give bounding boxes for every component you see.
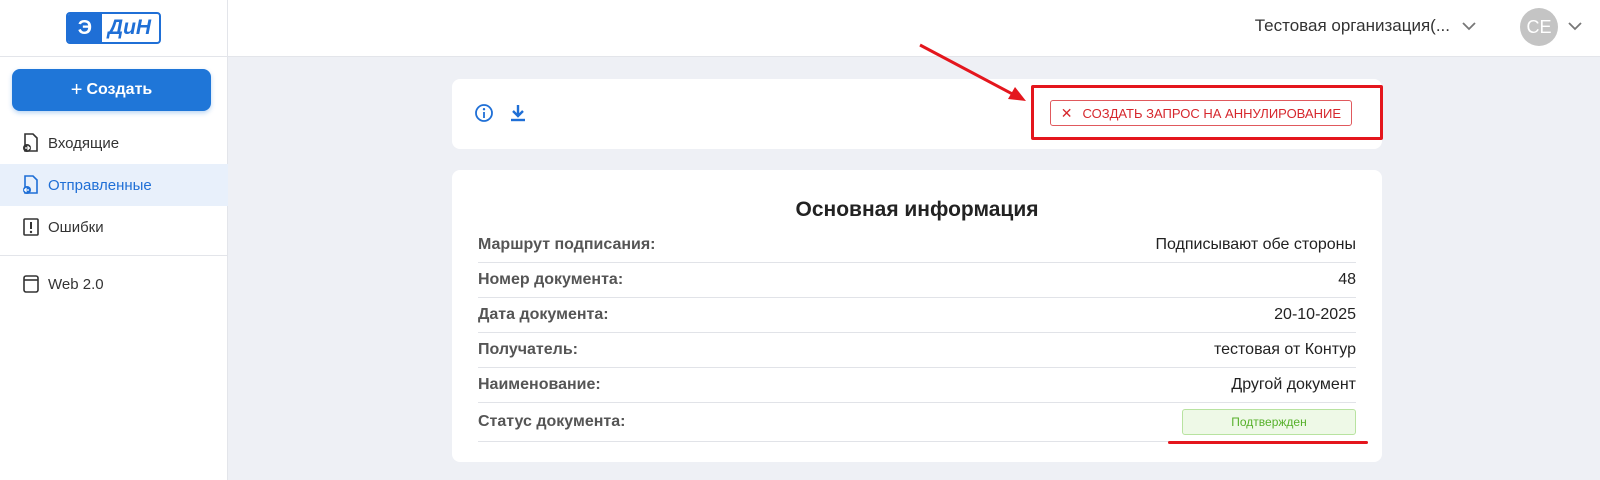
app-logo[interactable]: Э ДиН	[65, 12, 162, 44]
info-title: Основная информация	[795, 198, 1039, 221]
row-label: Наименование:	[478, 376, 601, 393]
info-rows: Маршрут подписания: Подписывают обе стор…	[478, 228, 1356, 442]
create-button[interactable]: + Создать	[12, 69, 211, 111]
download-icon[interactable]	[508, 103, 528, 123]
info-row-date: Дата документа: 20-10-2025	[478, 298, 1356, 333]
sidebar-item-errors[interactable]: Ошибки	[0, 206, 228, 248]
sidebar-item-label: Отправленные	[48, 176, 152, 194]
row-label: Номер документа:	[478, 271, 624, 288]
annotation-highlight-box	[1031, 85, 1383, 140]
organization-name: Тестовая организация(...	[1254, 16, 1450, 35]
sidebar-item-sent[interactable]: Отправленные	[0, 164, 228, 206]
chevron-down-icon	[1462, 18, 1476, 34]
sidebar-item-label: Web 2.0	[48, 275, 104, 293]
sidebar: Э ДиН + Создать Входящие Отправленные Ош…	[0, 0, 228, 480]
create-button-label: Создать	[86, 81, 153, 98]
info-row-route: Маршрут подписания: Подписывают обе стор…	[478, 228, 1356, 263]
status-badge: Подтвержден	[1182, 409, 1356, 435]
sent-doc-icon	[22, 175, 40, 195]
row-label: Дата документа:	[478, 306, 609, 323]
info-icon[interactable]	[474, 103, 494, 123]
row-value: 20-10-2025	[1274, 306, 1356, 323]
top-header: Тестовая организация(... CE	[228, 0, 1600, 57]
error-doc-icon	[22, 217, 40, 237]
logo-letter: Э	[67, 14, 102, 42]
window-icon	[22, 274, 40, 294]
info-row-status: Статус документа: Подтвержден	[478, 403, 1356, 442]
logo-text: ДиН	[101, 16, 160, 40]
row-label: Статус документа:	[478, 413, 626, 430]
main-info-card: Основная информация Маршрут подписания: …	[452, 170, 1382, 462]
row-value: Подписывают обе стороны	[1155, 236, 1356, 253]
plus-icon: +	[70, 78, 83, 101]
nav-divider	[0, 255, 228, 256]
inbox-doc-icon	[22, 133, 40, 153]
sidebar-item-web20[interactable]: Web 2.0	[0, 263, 228, 305]
organization-selector[interactable]: Тестовая организация(...	[1255, 16, 1476, 36]
row-label: Маршрут подписания:	[478, 236, 656, 253]
row-label: Получатель:	[478, 341, 578, 358]
logo-area: Э ДиН	[0, 0, 227, 57]
sidebar-nav: Входящие Отправленные Ошибки Web 2.0	[0, 122, 228, 305]
info-row-recipient: Получатель: тестовая от Контур	[478, 333, 1356, 368]
chevron-down-icon[interactable]	[1568, 18, 1582, 34]
row-value: 48	[1338, 271, 1356, 288]
sidebar-item-label: Ошибки	[48, 218, 104, 236]
row-value: тестовая от Контур	[1213, 341, 1356, 358]
sidebar-item-label: Входящие	[48, 134, 120, 152]
annotation-underline	[1168, 441, 1368, 444]
sidebar-item-incoming[interactable]: Входящие	[0, 122, 228, 164]
info-row-number: Номер документа: 48	[478, 263, 1356, 298]
row-value: Другой документ	[1231, 376, 1356, 393]
info-row-name: Наименование: Другой документ	[478, 368, 1356, 403]
avatar[interactable]: CE	[1520, 8, 1558, 46]
